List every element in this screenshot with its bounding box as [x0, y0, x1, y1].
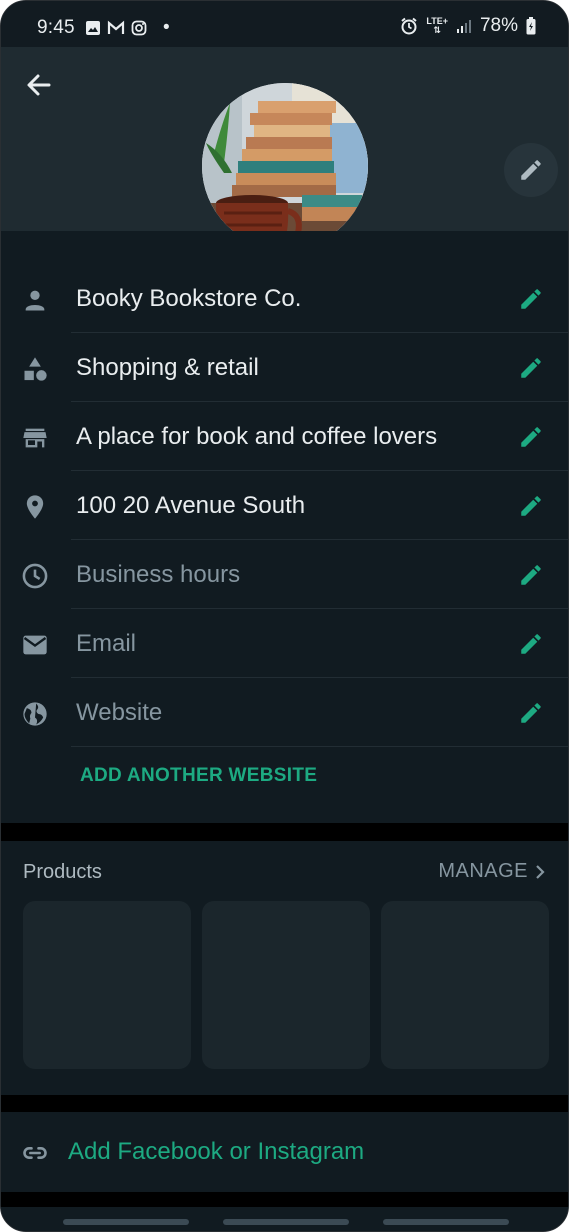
- person-icon: [25, 290, 45, 311]
- business-address: 100 20 Avenue South: [76, 492, 306, 519]
- section-separator: [1, 1095, 568, 1112]
- row-address[interactable]: 100 20 Avenue South: [1, 471, 568, 540]
- manage-products-button[interactable]: MANAGE: [438, 860, 546, 883]
- business-hours-placeholder: Business hours: [76, 561, 241, 588]
- location-icon: [26, 495, 44, 519]
- manage-label: MANAGE: [438, 860, 528, 882]
- gallery-icon: [86, 21, 100, 35]
- edit-pencil-icon[interactable]: [518, 631, 544, 657]
- email-placeholder: Email: [76, 630, 137, 657]
- row-business-name[interactable]: Booky Bookstore Co.: [1, 264, 568, 333]
- section-separator: [1, 823, 568, 841]
- chevron-right-icon: [536, 864, 545, 879]
- social-link-section[interactable]: Add Facebook or Instagram: [1, 1112, 568, 1192]
- divider: [71, 746, 568, 747]
- instagram-icon: [131, 20, 147, 36]
- edit-photo-button[interactable]: [504, 143, 558, 197]
- profile-header: [1, 47, 568, 249]
- network-type: LTE+ ⇅: [426, 16, 448, 35]
- profile-photo[interactable]: [202, 83, 368, 249]
- link-icon: [23, 1147, 47, 1159]
- more-notifications-dot: •: [163, 17, 170, 38]
- row-category[interactable]: Shopping & retail: [1, 333, 568, 402]
- phone-frame: 9:45 • LTE+ ⇅ 78% Booky Bookstore Co. Sh…: [0, 0, 569, 1232]
- back-arrow-icon[interactable]: [23, 69, 55, 101]
- add-another-website-button[interactable]: ADD ANOTHER WEBSITE: [80, 765, 317, 787]
- alarm-icon: [401, 17, 418, 35]
- edit-pencil-icon[interactable]: [518, 562, 544, 588]
- website-placeholder: Website: [76, 699, 163, 726]
- row-website[interactable]: Website: [1, 678, 568, 747]
- products-title: Products: [23, 861, 102, 883]
- status-bar: 9:45 • LTE+ ⇅ 78%: [1, 1, 568, 47]
- battery-percent: 78%: [479, 15, 518, 36]
- category-icon: [24, 357, 47, 381]
- edit-pencil-icon[interactable]: [518, 424, 544, 450]
- products-section: Products MANAGE: [1, 841, 568, 1095]
- row-business-hours[interactable]: Business hours: [1, 540, 568, 609]
- email-icon: [23, 635, 47, 655]
- business-category: Shopping & retail: [76, 354, 259, 381]
- nav-recents-handle[interactable]: [63, 1219, 189, 1225]
- product-placeholder-tile[interactable]: [23, 901, 191, 1069]
- product-placeholder-tile[interactable]: [202, 901, 370, 1069]
- notification-icons: •: [85, 17, 170, 39]
- edit-pencil-icon[interactable]: [518, 355, 544, 381]
- edit-pencil-icon[interactable]: [518, 493, 544, 519]
- product-placeholder-tile[interactable]: [381, 901, 549, 1069]
- business-description: A place for book and coffee lovers: [76, 423, 438, 450]
- gmail-icon: [107, 20, 125, 34]
- nav-home-handle[interactable]: [223, 1219, 349, 1225]
- pencil-icon: [521, 160, 541, 180]
- globe-icon: [23, 702, 47, 726]
- store-icon: [23, 428, 47, 448]
- section-separator: [1, 1192, 568, 1207]
- business-name: Booky Bookstore Co.: [76, 285, 302, 312]
- nav-back-handle[interactable]: [383, 1219, 509, 1225]
- add-facebook-instagram-link[interactable]: Add Facebook or Instagram: [68, 1138, 364, 1166]
- clock-icon: [22, 563, 48, 589]
- row-email[interactable]: Email: [1, 609, 568, 678]
- business-info-list: Booky Bookstore Co. Shopping & retail A …: [1, 231, 568, 823]
- status-time: 9:45: [37, 17, 75, 38]
- battery-icon: [526, 17, 536, 35]
- system-navigation-bar: [1, 1207, 568, 1231]
- signal-icon: [456, 20, 471, 33]
- edit-pencil-icon[interactable]: [518, 700, 544, 726]
- edit-pencil-icon[interactable]: [518, 286, 544, 312]
- row-description[interactable]: A place for book and coffee lovers: [1, 402, 568, 471]
- status-right: LTE+ ⇅ 78%: [400, 15, 536, 37]
